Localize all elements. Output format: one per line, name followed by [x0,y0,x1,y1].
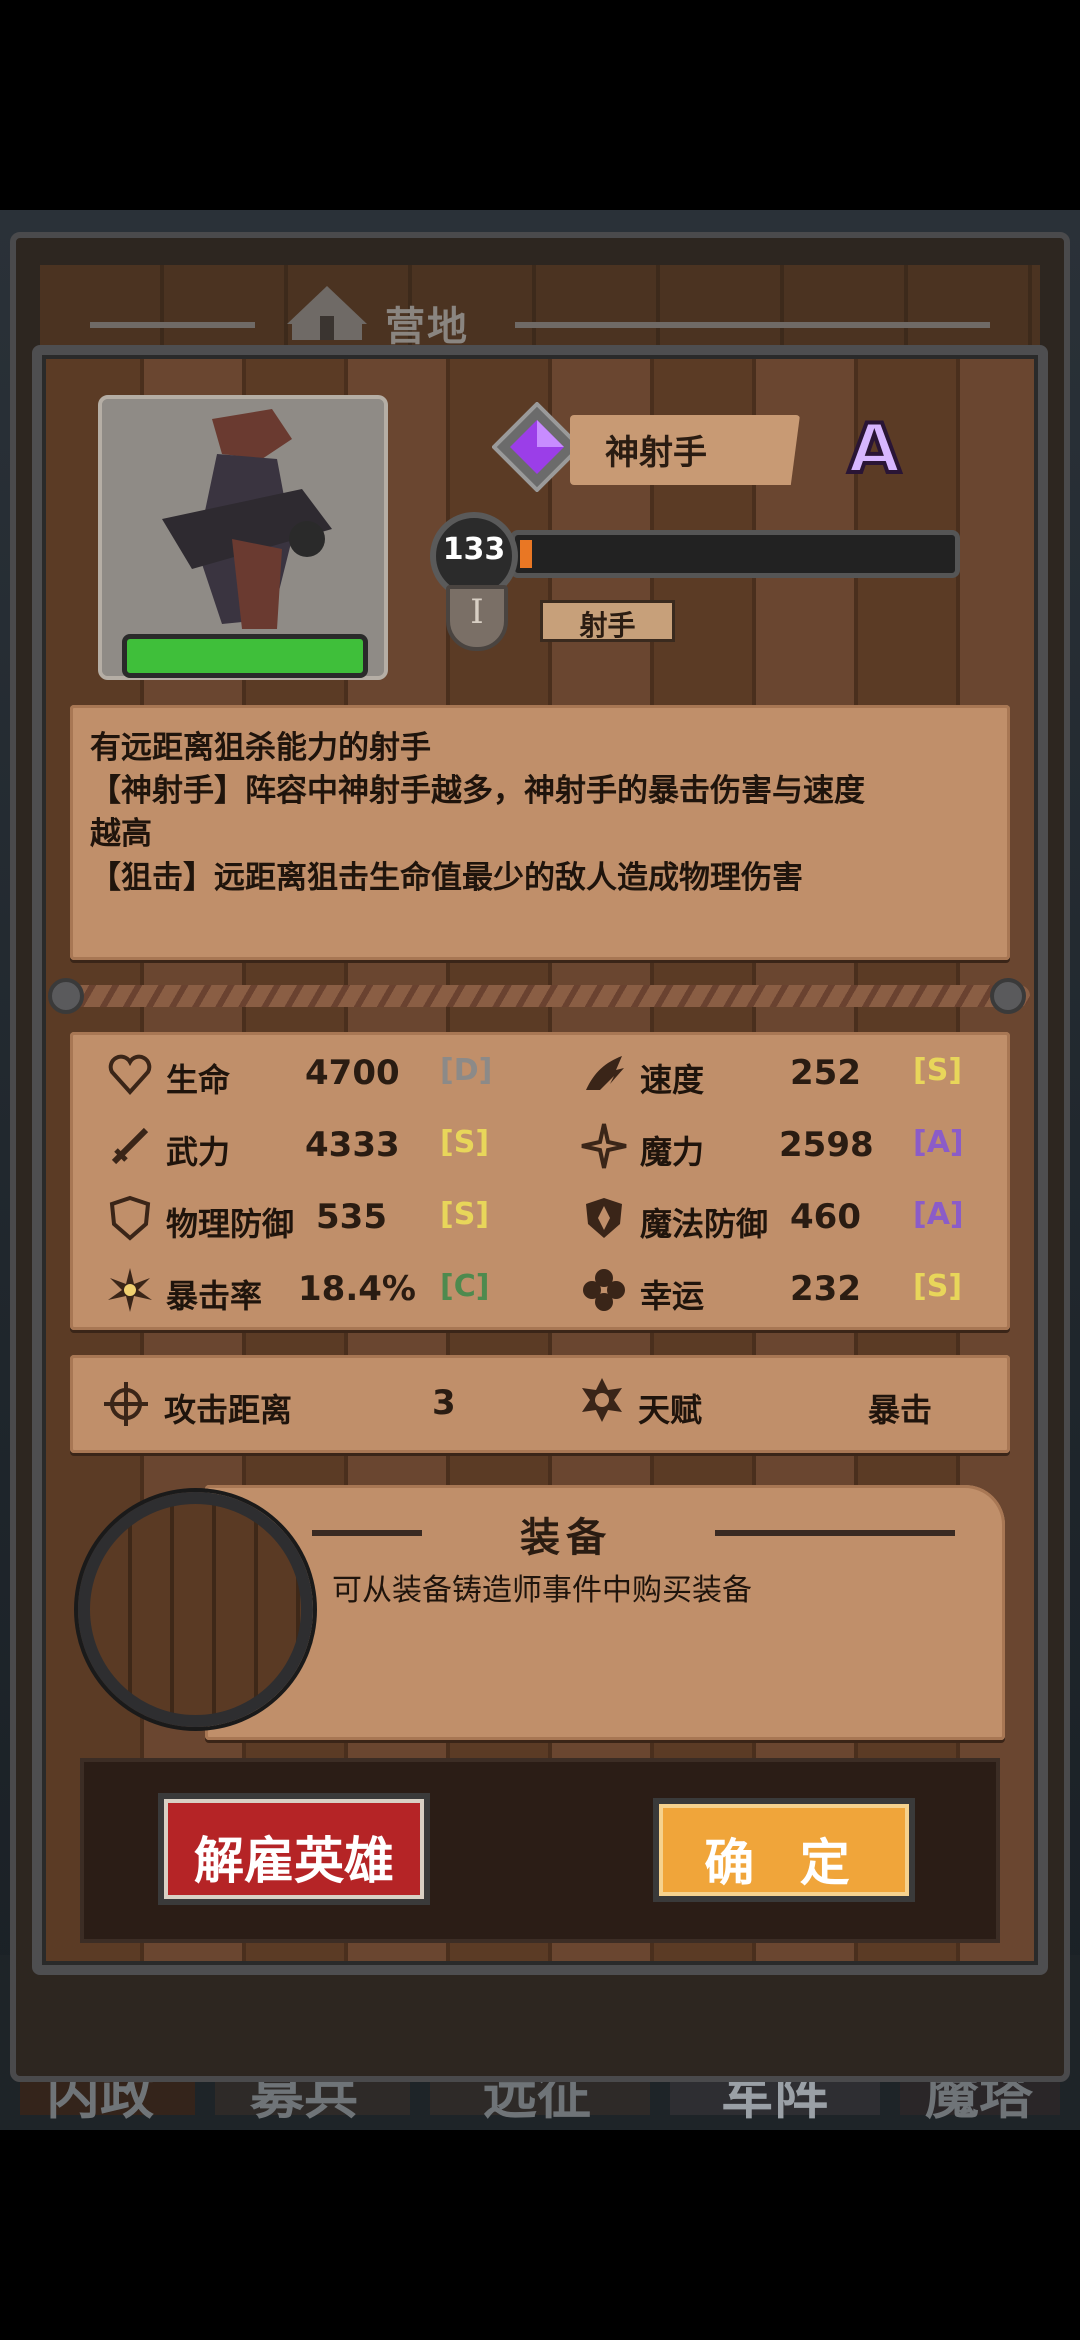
hero-level: 133 [442,532,506,567]
class-gem-icon [492,402,582,492]
rope-knob-left [48,978,84,1014]
crosshair-icon [104,1382,148,1426]
stat-value-hp: 4700 [305,1053,400,1093]
rope-divider [50,985,1030,1007]
xp-bar-fill [520,540,532,568]
description-line: 【神射手】阵容中神射手越多，神射手的暴击伤害与速度 [90,773,865,809]
hero-type: 射手 [579,609,636,642]
stat-value-magic-def: 460 [790,1197,861,1237]
description-line: 【狙击】远距离狙击生命值最少的敌人造成物理伤害 [90,860,803,896]
stat-grade-magic-def: [A] [913,1197,964,1232]
magic-shield-icon [586,1198,622,1238]
stat-grade-attack: [S] [440,1125,490,1160]
range-label: 攻击距离 [164,1391,293,1429]
equipment-divider-left [312,1530,422,1536]
dismiss-hero-label: 解雇英雄 [194,1832,394,1890]
stat-name-crit: 暴击率 [166,1277,263,1315]
stat-grade-magic: [A] [913,1125,964,1160]
stat-name-phys-def: 物理防御 [166,1205,295,1243]
equipment-description: 可从装备铸造师事件中购买装备 [332,1573,752,1608]
range-value: 3 [432,1383,456,1423]
stat-name-speed: 速度 [640,1061,705,1099]
stat-value-attack: 4333 [305,1125,400,1165]
shield-icon [109,1195,151,1241]
title-divider-right [515,322,990,328]
stat-value-speed: 252 [790,1053,861,1093]
stat-grade-hp: [D] [440,1053,493,1088]
equipment-divider-right [715,1530,955,1536]
hero-grade: A [846,408,903,491]
talent-icon [582,1378,622,1422]
xp-bar [510,530,960,578]
camp-header-planks [40,265,1040,345]
confirm-label: 确 定 [704,1834,864,1892]
rope-knob-right [990,978,1026,1014]
title-divider-left [90,322,255,328]
tent-icon [287,286,367,340]
description-line: 越高 [90,816,152,852]
stat-name-luck: 幸运 [640,1277,705,1315]
burst-icon [108,1268,152,1312]
rank-roman: I [470,592,484,632]
stat-name-magic-def: 魔法防御 [640,1205,769,1243]
hero-hp-bar [122,634,368,678]
wind-icon [586,1056,624,1090]
stat-grade-crit: [C] [440,1269,490,1304]
stat-grade-luck: [S] [913,1269,963,1304]
stat-value-phys-def: 535 [316,1197,387,1237]
sparkle-icon [581,1123,627,1169]
page-title: 营地 [385,304,469,350]
hero-class-name: 神射手 [605,433,707,473]
stat-value-magic: 2598 [779,1125,874,1165]
talent-value: 暴击 [868,1391,933,1429]
stat-grade-speed: [S] [913,1053,963,1088]
equipment-slot[interactable] [78,1492,313,1727]
description-line: 有远距离狙杀能力的射手 [90,730,431,766]
stat-value-luck: 232 [790,1269,861,1309]
clover-icon [583,1269,625,1311]
heart-icon [108,1054,152,1095]
talent-label: 天赋 [638,1391,703,1429]
stat-name-hp: 生命 [166,1061,231,1099]
stat-value-crit: 18.4% [298,1269,416,1309]
equipment-title: 装备 [520,1515,612,1561]
sword-icon [111,1127,149,1165]
stat-grade-phys-def: [S] [440,1197,490,1232]
stat-name-magic: 魔力 [640,1133,705,1171]
stat-name-attack: 武力 [166,1133,231,1171]
